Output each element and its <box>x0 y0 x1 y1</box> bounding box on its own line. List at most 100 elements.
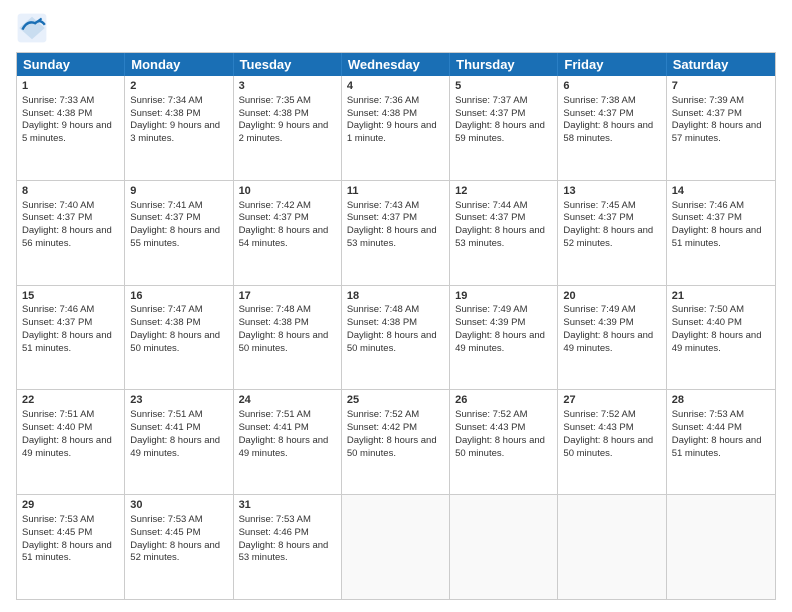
cell-day-number: 2 <box>130 79 227 94</box>
cell-day-number: 28 <box>672 393 770 408</box>
cell-day-number: 7 <box>672 79 770 94</box>
cell-day-number: 20 <box>563 289 660 304</box>
cell-day-number: 4 <box>347 79 444 94</box>
empty-cell-4-5 <box>558 495 666 599</box>
day-header-sunday: Sunday <box>17 53 125 76</box>
cell-sunrise: Sunrise: 7:52 AM <box>455 409 527 420</box>
cell-sunset: Sunset: 4:37 PM <box>130 212 200 223</box>
cell-daylight: Daylight: 8 hours and 49 minutes. <box>130 435 220 459</box>
cell-sunrise: Sunrise: 7:53 AM <box>239 514 311 525</box>
day-cell-28: 28Sunrise: 7:53 AMSunset: 4:44 PMDayligh… <box>667 390 775 494</box>
cell-sunset: Sunset: 4:42 PM <box>347 422 417 433</box>
cell-sunset: Sunset: 4:38 PM <box>239 108 309 119</box>
day-cell-18: 18Sunrise: 7:48 AMSunset: 4:38 PMDayligh… <box>342 286 450 390</box>
cell-sunrise: Sunrise: 7:42 AM <box>239 200 311 211</box>
day-cell-6: 6Sunrise: 7:38 AM Sunset: 4:37 PMDaylight… <box>558 76 666 180</box>
cell-day-number: 12 <box>455 184 552 199</box>
cell-sunrise: Sunrise: 7:45 AM <box>563 200 635 211</box>
cell-day-number: 25 <box>347 393 444 408</box>
cell-day-number: 3 <box>239 79 336 94</box>
cell-day-number: 10 <box>239 184 336 199</box>
cell-day-number: 27 <box>563 393 660 408</box>
cell-day-number: 26 <box>455 393 552 408</box>
cell-sunset: Sunset: 4:37 PM <box>22 212 92 223</box>
cell-day-number: 31 <box>239 498 336 513</box>
cell-sunrise: Sunrise: 7:46 AM <box>672 200 744 211</box>
cell-daylight: Daylight: 8 hours and 49 minutes. <box>22 435 112 459</box>
cell-sunset: Sunset: 4:43 PM <box>455 422 525 433</box>
cell-sunrise: Sunrise: 7:34 AM <box>130 95 202 106</box>
cell-sunrise: Sunrise: 7:37 AM <box>455 95 527 106</box>
day-cell-7: 7Sunrise: 7:39 AM Sunset: 4:37 PMDaylight… <box>667 76 775 180</box>
day-cell-20: 20Sunrise: 7:49 AMSunset: 4:39 PMDayligh… <box>558 286 666 390</box>
day-header-thursday: Thursday <box>450 53 558 76</box>
cell-sunrise: Sunrise: 7:48 AM <box>239 304 311 315</box>
cell-sunset: Sunset: 4:45 PM <box>22 527 92 538</box>
cell-day-number: 6 <box>563 79 660 94</box>
day-cell-13: 13Sunrise: 7:45 AMSunset: 4:37 PMDayligh… <box>558 181 666 285</box>
cell-sunrise: Sunrise: 7:51 AM <box>239 409 311 420</box>
cell-sunrise: Sunrise: 7:47 AM <box>130 304 202 315</box>
cell-sunrise: Sunrise: 7:46 AM <box>22 304 94 315</box>
cell-sunrise: Sunrise: 7:49 AM <box>563 304 635 315</box>
cell-sunrise: Sunrise: 7:53 AM <box>672 409 744 420</box>
cell-sunrise: Sunrise: 7:51 AM <box>130 409 202 420</box>
cell-day-number: 24 <box>239 393 336 408</box>
cell-daylight: Daylight: 8 hours and 53 minutes. <box>347 225 437 249</box>
cell-daylight: Daylight: 8 hours and 52 minutes. <box>130 540 220 564</box>
cell-day-number: 22 <box>22 393 119 408</box>
cell-day-number: 13 <box>563 184 660 199</box>
calendar-body: 1Sunrise: 7:33 AMSunset: 4:38 PMDaylight… <box>17 76 775 599</box>
cell-daylight: Daylight: 8 hours and 58 minutes. <box>563 120 653 144</box>
cell-sunset: Sunset: 4:38 PM <box>239 317 309 328</box>
cell-daylight: Daylight: 9 hours and 5 minutes. <box>22 120 112 144</box>
cell-day-number: 17 <box>239 289 336 304</box>
cell-daylight: Daylight: 8 hours and 54 minutes. <box>239 225 329 249</box>
calendar: SundayMondayTuesdayWednesdayThursdayFrid… <box>16 52 776 600</box>
cell-sunrise: Sunrise: 7:52 AM <box>563 409 635 420</box>
week-row-1: 8Sunrise: 7:40 AMSunset: 4:37 PMDaylight… <box>17 181 775 286</box>
cell-daylight: Daylight: 8 hours and 57 minutes. <box>672 120 762 144</box>
cell-sunrise: Sunrise: 7:39 AM <box>672 95 744 106</box>
day-cell-12: 12Sunrise: 7:44 AMSunset: 4:37 PMDayligh… <box>450 181 558 285</box>
cell-day-number: 19 <box>455 289 552 304</box>
cell-sunset: Sunset: 4:38 PM <box>130 317 200 328</box>
cell-sunset: Sunset: 4:37 PM <box>672 108 742 119</box>
header <box>16 12 776 44</box>
cell-sunrise: Sunrise: 7:49 AM <box>455 304 527 315</box>
cell-daylight: Daylight: 8 hours and 52 minutes. <box>563 225 653 249</box>
cell-day-number: 29 <box>22 498 119 513</box>
cell-sunrise: Sunrise: 7:53 AM <box>22 514 94 525</box>
day-cell-29: 29Sunrise: 7:53 AMSunset: 4:45 PMDayligh… <box>17 495 125 599</box>
cell-sunset: Sunset: 4:38 PM <box>130 108 200 119</box>
cell-sunset: Sunset: 4:37 PM <box>455 212 525 223</box>
day-cell-27: 27Sunrise: 7:52 AMSunset: 4:43 PMDayligh… <box>558 390 666 494</box>
cell-sunrise: Sunrise: 7:43 AM <box>347 200 419 211</box>
cell-daylight: Daylight: 8 hours and 49 minutes. <box>672 330 762 354</box>
cell-sunrise: Sunrise: 7:38 AM <box>563 95 635 106</box>
logo <box>16 12 54 44</box>
day-cell-9: 9Sunrise: 7:41 AMSunset: 4:37 PMDaylight… <box>125 181 233 285</box>
cell-day-number: 1 <box>22 79 119 94</box>
cell-sunrise: Sunrise: 7:52 AM <box>347 409 419 420</box>
cell-day-number: 23 <box>130 393 227 408</box>
calendar-header: SundayMondayTuesdayWednesdayThursdayFrid… <box>17 53 775 76</box>
empty-cell-4-3 <box>342 495 450 599</box>
day-cell-1: 1Sunrise: 7:33 AMSunset: 4:38 PMDaylight… <box>17 76 125 180</box>
cell-sunset: Sunset: 4:37 PM <box>455 108 525 119</box>
cell-sunset: Sunset: 4:37 PM <box>563 108 633 119</box>
day-cell-11: 11Sunrise: 7:43 AMSunset: 4:37 PM Dayligh… <box>342 181 450 285</box>
cell-sunset: Sunset: 4:44 PM <box>672 422 742 433</box>
cell-sunset: Sunset: 4:39 PM <box>455 317 525 328</box>
cell-sunset: Sunset: 4:43 PM <box>563 422 633 433</box>
cell-sunrise: Sunrise: 7:53 AM <box>130 514 202 525</box>
cell-sunset: Sunset: 4:45 PM <box>130 527 200 538</box>
cell-sunset: Sunset: 4:40 PM <box>22 422 92 433</box>
day-cell-26: 26Sunrise: 7:52 AMSunset: 4:43 PMDayligh… <box>450 390 558 494</box>
cell-sunset: Sunset: 4:37 PM <box>347 212 417 223</box>
cell-day-number: 9 <box>130 184 227 199</box>
cell-day-number: 11 <box>347 184 444 199</box>
cell-day-number: 21 <box>672 289 770 304</box>
cell-sunrise: Sunrise: 7:35 AM <box>239 95 311 106</box>
empty-cell-4-4 <box>450 495 558 599</box>
